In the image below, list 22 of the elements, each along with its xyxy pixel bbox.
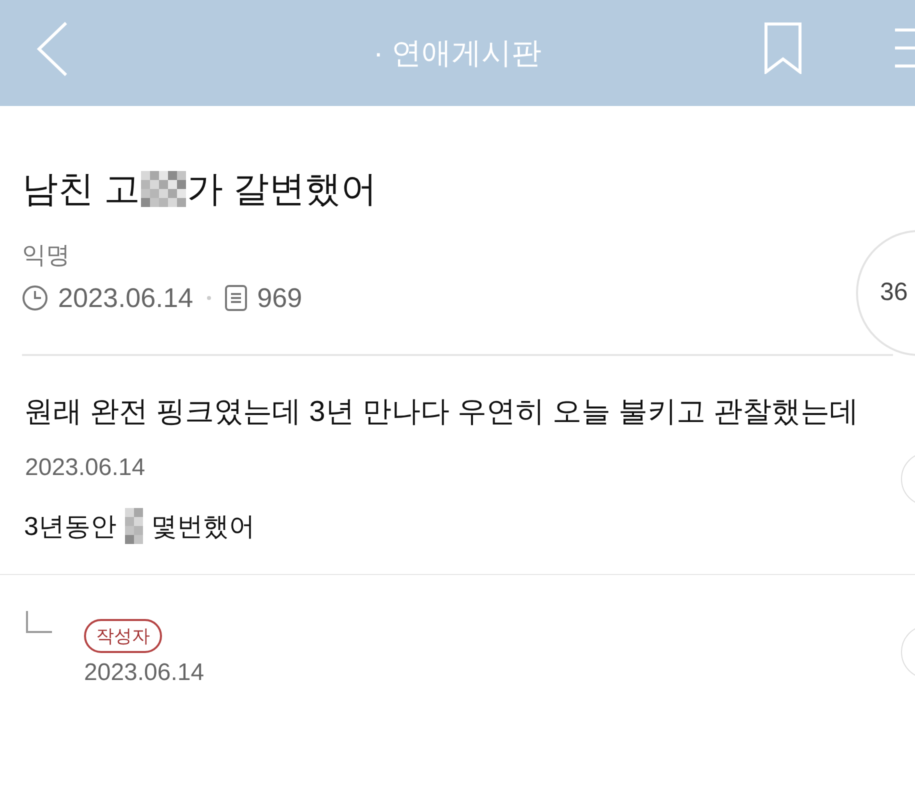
- reply-text-start: 3년동안: [24, 510, 118, 543]
- clock-icon: [22, 285, 48, 311]
- reply-text-end: 몇번했어: [150, 510, 255, 543]
- censor-mosaic-icon: [141, 171, 186, 207]
- comment-date: 2023.06.14: [25, 453, 146, 483]
- document-icon: [225, 285, 248, 311]
- author-badge: 작성자: [84, 619, 162, 653]
- comment-text: 원래 완전 핑크였는데 3년 만나다 우연히 오늘 불키고 관찰했는데: [23, 395, 860, 430]
- back-icon[interactable]: [36, 21, 68, 77]
- post-title-end: 가 갈변했어: [187, 167, 378, 211]
- bookmark-icon[interactable]: [764, 22, 802, 74]
- view-count: 969: [257, 282, 302, 315]
- reply-corner-icon: [26, 611, 52, 633]
- comment-date: 2023.06.14: [84, 658, 204, 688]
- menu-icon[interactable]: [895, 28, 915, 68]
- post-date: 2023.06.14: [58, 282, 194, 315]
- post-title-start: 남친 고: [22, 167, 140, 211]
- board-title: · 연애게시판: [373, 36, 542, 72]
- author-name: 익명: [22, 241, 71, 271]
- like-button[interactable]: 36: [856, 230, 915, 356]
- censor-mosaic-icon: [124, 508, 143, 544]
- like-count: 36: [880, 277, 908, 308]
